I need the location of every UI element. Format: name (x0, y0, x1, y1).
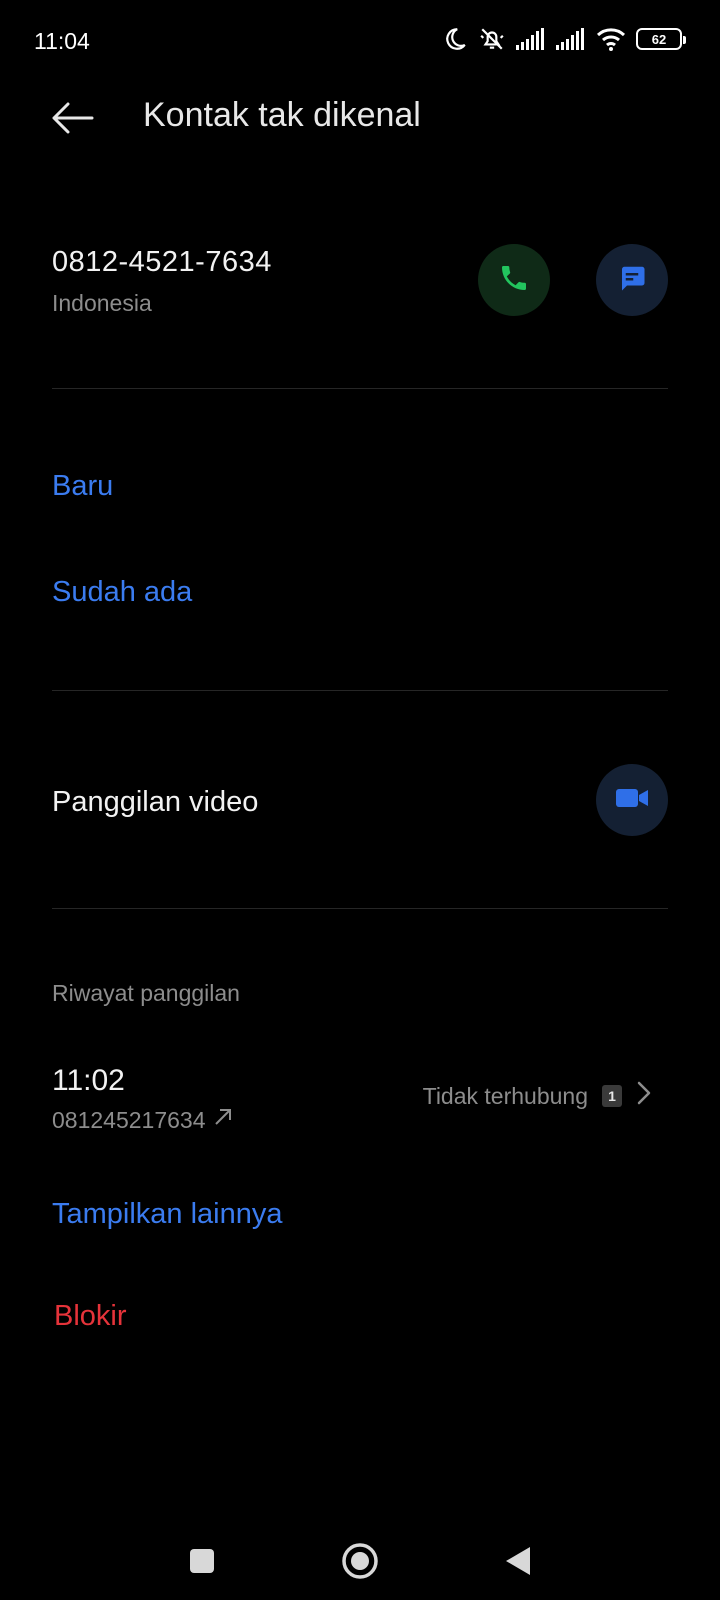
phone-icon (498, 262, 530, 299)
system-nav-bar (0, 1520, 720, 1600)
existing-contact-link[interactable]: Sudah ada (52, 576, 192, 609)
back-nav-button[interactable] (493, 1538, 543, 1588)
back-triangle-icon (504, 1545, 532, 1582)
call-entry-details[interactable]: Tidak terhubung 1 (423, 1080, 652, 1112)
recents-button[interactable] (177, 1538, 227, 1588)
recents-square-icon (189, 1548, 215, 1579)
contact-region: Indonesia (52, 290, 152, 316)
call-count-badge: 1 (602, 1085, 622, 1107)
status-time: 11:04 (34, 28, 90, 54)
show-more-link[interactable]: Tampilkan lainnya (52, 1198, 283, 1231)
home-circle-icon (341, 1542, 379, 1585)
signal-icon (556, 28, 586, 50)
arrow-left-icon (50, 102, 94, 139)
call-button[interactable] (478, 244, 550, 316)
message-icon (617, 263, 647, 298)
battery-level: 62 (651, 31, 667, 47)
moon-icon (442, 26, 468, 52)
block-button[interactable]: Blokir (54, 1300, 127, 1333)
divider (52, 388, 668, 389)
status-bar: 11:04 62 (0, 0, 720, 84)
call-entry-status: Tidak terhubung (422, 1082, 588, 1109)
battery-icon: 62 (636, 28, 686, 50)
chevron-right-icon (636, 1080, 652, 1112)
home-button[interactable] (335, 1538, 385, 1588)
divider (52, 690, 668, 691)
call-entry-number-text: 081245217634 (52, 1106, 206, 1133)
call-entry-time: 11:02 (52, 1064, 125, 1097)
contact-number: 0812-4521-7634 (52, 246, 272, 278)
silent-icon (478, 26, 506, 52)
call-history-header: Riwayat panggilan (52, 980, 240, 1006)
new-contact-link[interactable]: Baru (52, 470, 113, 503)
divider (52, 908, 668, 909)
back-button[interactable] (46, 94, 98, 146)
video-icon (615, 785, 649, 816)
video-call-button[interactable] (596, 764, 668, 836)
app-bar: Kontak tak dikenal (0, 84, 720, 184)
video-call-label: Panggilan video (52, 786, 259, 818)
message-button[interactable] (596, 244, 668, 316)
status-icons: 62 (442, 26, 686, 52)
page-title: Kontak tak dikenal (143, 96, 421, 134)
wifi-icon (596, 27, 626, 51)
call-entry-number: 081245217634 (52, 1106, 234, 1134)
signal-icon (516, 28, 546, 50)
outgoing-arrow-icon (212, 1106, 234, 1134)
